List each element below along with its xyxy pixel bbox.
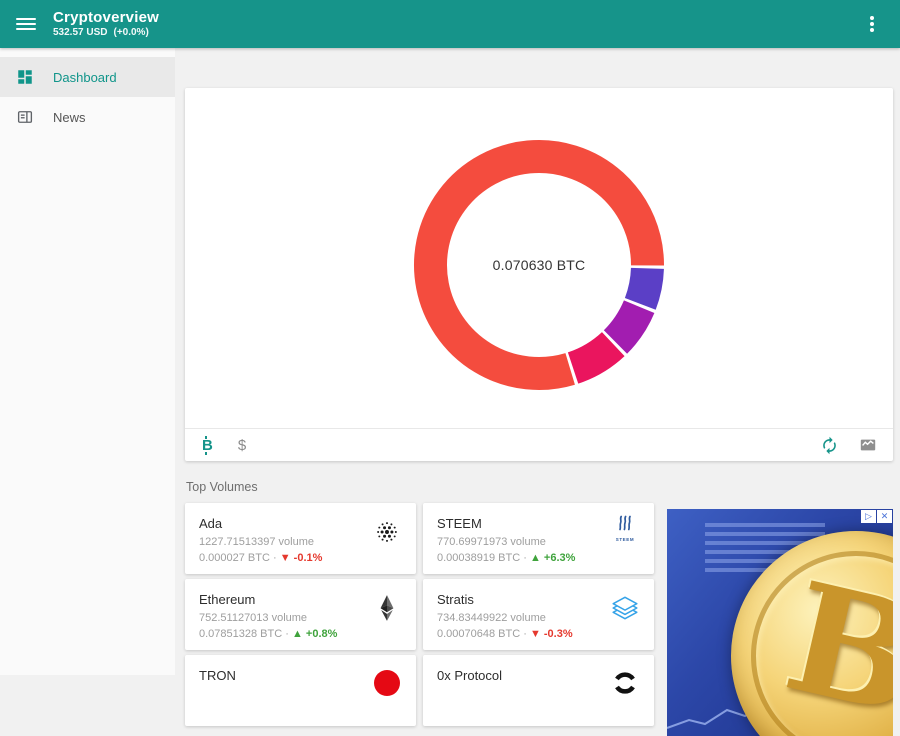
donut-segment[interactable]	[573, 344, 613, 368]
coin-value: 0.00070648 BTC · ▼ -0.3%	[437, 628, 640, 640]
coin-card-steem[interactable]: STEEM 770.69971973 volume 0.00038919 BTC…	[423, 503, 654, 574]
coin-change: ▼ -0.3%	[530, 628, 573, 640]
adchoices-icon[interactable]: ▷	[861, 510, 876, 523]
coin-value: 0.07851328 BTC · ▲ +0.8%	[199, 628, 402, 640]
currency-usd-toggle[interactable]: $	[238, 438, 246, 453]
currency-btc-toggle[interactable]: B	[201, 438, 214, 453]
portfolio-chart-card: 0.070630 BTC B $	[185, 88, 893, 461]
coin-change: ▼ -0.1%	[280, 552, 323, 564]
coin-btc-value: 0.00070648 BTC ·	[437, 628, 527, 640]
donut-chart[interactable]: 0.070630 BTC	[185, 88, 893, 428]
coin-btc-value: 0.07851328 BTC ·	[199, 628, 289, 640]
donut-segment[interactable]	[615, 307, 639, 342]
portfolio-total-change: (+0.0%)	[113, 27, 148, 38]
sidebar: Dashboard News	[0, 48, 175, 675]
sidebar-item-label: Dashboard	[53, 70, 117, 85]
portfolio-total-value: 532.57 USD	[53, 27, 107, 38]
more-options-icon[interactable]	[866, 12, 878, 36]
donut-center-label: 0.070630 BTC	[493, 257, 586, 273]
app-header: Cryptoverview 532.57 USD (+0.0%)	[0, 0, 900, 48]
sidebar-item-news[interactable]: News	[0, 97, 175, 137]
coin-value: 0.00038919 BTC · ▲ +6.3%	[437, 552, 640, 564]
coin-card-0x-protocol[interactable]: 0x Protocol	[423, 655, 654, 726]
ethereum-icon	[371, 594, 403, 627]
coin-change: ▲ +6.3%	[530, 552, 575, 564]
refresh-icon[interactable]	[820, 436, 839, 455]
coin-btc-value: 0.00038919 BTC ·	[437, 552, 527, 564]
tron-icon	[371, 670, 403, 696]
chart-toolbar: B $	[185, 428, 893, 461]
sidebar-item-label: News	[53, 110, 86, 125]
steem-icon: STEEM	[609, 515, 641, 542]
ad-close-icon[interactable]: ✕	[877, 510, 892, 523]
app-title: Cryptoverview	[53, 9, 159, 26]
coin-card-tron[interactable]: TRON	[185, 655, 416, 726]
steem-icon-word: STEEM	[609, 537, 641, 542]
coin-change: ▲ +0.8%	[292, 628, 337, 640]
stratis-icon	[609, 594, 641, 627]
top-volumes-title: Top Volumes	[186, 480, 893, 494]
header-titles: Cryptoverview 532.57 USD (+0.0%)	[53, 9, 159, 39]
coin-card-ada[interactable]: Ada 1227.71513397 volume 0.000027 BTC · …	[185, 503, 416, 574]
cardano-icon	[371, 518, 403, 551]
coin-card-ethereum[interactable]: Ethereum 752.51127013 volume 0.07851328 …	[185, 579, 416, 650]
advertisement[interactable]: B ▷ ✕	[667, 509, 893, 736]
main-content: 0.070630 BTC B $ Top Volumes	[175, 48, 900, 675]
top-volumes-grid: Ada 1227.71513397 volume 0.000027 BTC · …	[185, 503, 654, 726]
portfolio-total: 532.57 USD (+0.0%)	[53, 27, 159, 39]
chart-view-icon[interactable]	[859, 436, 877, 454]
coin-card-stratis[interactable]: Stratis 734.83449922 volume 0.00070648 B…	[423, 579, 654, 650]
coin-btc-value: 0.000027 BTC ·	[199, 552, 277, 564]
menu-icon[interactable]	[16, 18, 36, 30]
news-icon	[16, 108, 34, 126]
dashboard-icon	[16, 68, 34, 86]
donut-segment[interactable]	[640, 268, 647, 303]
coin-value: 0.000027 BTC · ▼ -0.1%	[199, 552, 402, 564]
sidebar-item-dashboard[interactable]: Dashboard	[0, 57, 175, 97]
